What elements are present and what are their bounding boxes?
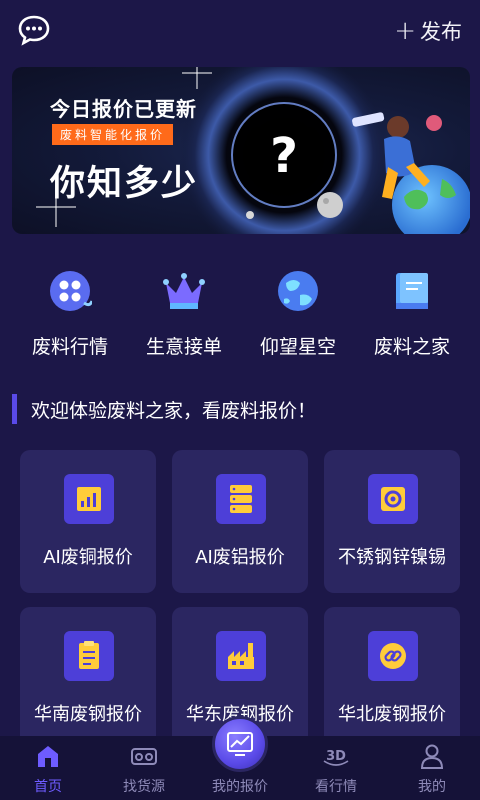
- tab-label: 首页: [34, 779, 62, 795]
- tab-label: 找货源: [123, 779, 165, 795]
- plus-icon: +: [394, 16, 416, 46]
- clipboard-icon: [64, 631, 114, 681]
- gear-icon: [368, 474, 418, 524]
- film-reel-icon: [48, 269, 94, 313]
- globe-icon: [276, 269, 320, 313]
- trend-chart-icon: [227, 732, 253, 756]
- svg-text:3D: 3D: [326, 749, 346, 764]
- category-label: 废料之家: [373, 336, 450, 358]
- home-icon: [34, 743, 62, 769]
- tab-label: 看行情: [315, 779, 357, 795]
- tab-label: 我的报价: [212, 779, 268, 795]
- category-label: 仰望星空: [259, 336, 336, 358]
- publish-button[interactable]: + 发布: [394, 16, 462, 46]
- section-accent-bar: [12, 394, 17, 424]
- banner-tag: 废料智能化报价: [52, 124, 174, 145]
- category-label: 废料行情: [31, 336, 108, 358]
- link-icon: [368, 631, 418, 681]
- top-header: + 发布: [0, 0, 480, 62]
- svg-text:?: ?: [270, 128, 298, 184]
- category-stars[interactable]: 仰望星空: [238, 262, 358, 362]
- card-ai-aluminum[interactable]: AI废铝报价: [172, 450, 308, 593]
- vr-glasses-icon: [130, 743, 158, 769]
- category-label: 生意接单: [145, 336, 222, 358]
- tab-home[interactable]: 首页: [0, 736, 96, 800]
- card-label: 华南废钢报价: [34, 704, 142, 725]
- category-business[interactable]: 生意接单: [124, 262, 244, 362]
- category-home[interactable]: 废料之家: [352, 262, 472, 362]
- tab-market[interactable]: 3D 看行情: [288, 736, 384, 800]
- card-north-steel[interactable]: 华北废钢报价: [324, 607, 460, 750]
- tab-label: 我的: [418, 779, 446, 795]
- my-quotes-center-button[interactable]: [212, 716, 268, 772]
- card-label: AI废铜报价: [43, 547, 133, 568]
- promo-banner[interactable]: ? 今日报价已更新 废料智能化报价 你知多少: [12, 67, 470, 234]
- section-title-text: 欢迎体验废料之家，看废料报价！: [31, 399, 317, 422]
- category-market[interactable]: 废料行情: [10, 262, 130, 362]
- card-stainless[interactable]: 不锈钢锌镍锡: [324, 450, 460, 593]
- user-icon: [418, 743, 446, 769]
- section-heading: 欢迎体验废料之家，看废料报价！: [12, 394, 316, 424]
- banner-title: 今日报价已更新: [50, 97, 197, 121]
- card-label: 不锈钢锌镍锡: [338, 547, 446, 568]
- tab-me[interactable]: 我的: [384, 736, 480, 800]
- category-row: 废料行情 生意接单 仰望星空 废料之家: [0, 262, 480, 362]
- book-icon: [390, 269, 434, 313]
- 3d-icon: 3D: [322, 743, 350, 769]
- card-label: 华北废钢报价: [338, 704, 446, 725]
- crown-icon: [162, 269, 206, 313]
- card-label: AI废铝报价: [195, 547, 285, 568]
- bar-chart-icon: [64, 474, 114, 524]
- chat-bubble-icon[interactable]: [17, 14, 51, 46]
- card-south-steel[interactable]: 华南废钢报价: [20, 607, 156, 750]
- tab-find-source[interactable]: 找货源: [96, 736, 192, 800]
- banner-headline: 你知多少: [50, 164, 199, 204]
- factory-icon: [216, 631, 266, 681]
- publish-label: 发布: [420, 20, 462, 44]
- database-icon: [216, 474, 266, 524]
- card-ai-copper[interactable]: AI废铜报价: [20, 450, 156, 593]
